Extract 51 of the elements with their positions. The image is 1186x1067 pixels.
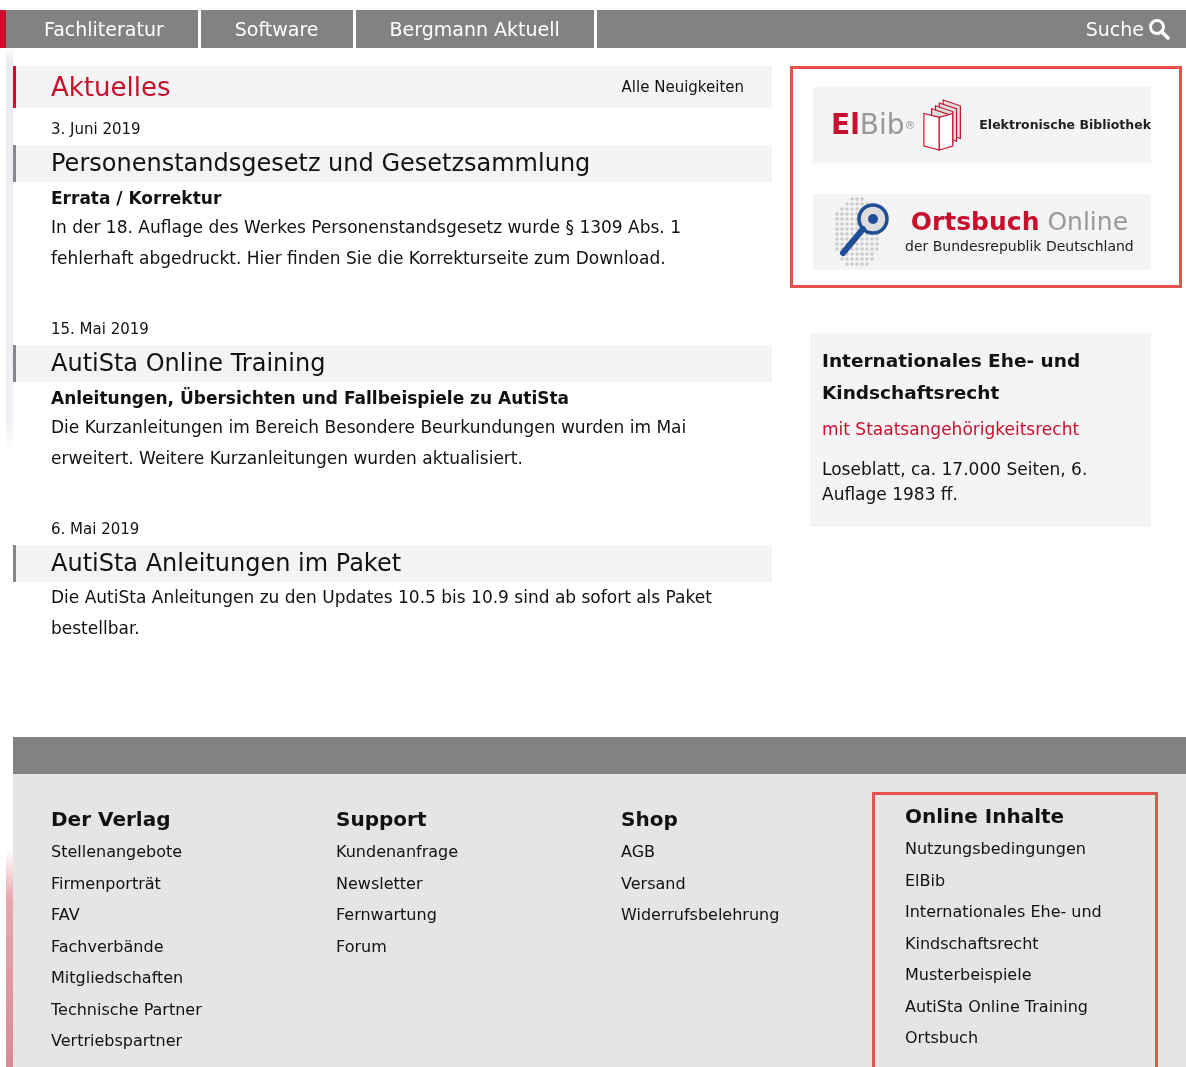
logo-caption: der Bundesrepublik Deutschland <box>905 236 1134 256</box>
article-date: 15. Mai 2019 <box>50 319 150 340</box>
footer-heading: Der Verlag <box>51 806 172 833</box>
article-date: 6. Mai 2019 <box>50 519 141 540</box>
footer-heading: Online Inhalte <box>905 803 1066 830</box>
article-text: Die AutiSta Anleitungen zu den Updates 10.5 bis 10.9 sind ab sofort als Paket bestellbar. <box>50 586 713 640</box>
footer-link[interactable]: Vertriebspartner <box>51 1025 336 1057</box>
search-icon <box>1148 18 1170 40</box>
footer-link[interactable]: AutiSta Online Training <box>905 990 1125 1022</box>
nav-link[interactable]: Software <box>200 10 356 48</box>
info-subtitle[interactable]: mit Staatsangehörigkeitsrecht <box>822 417 1139 443</box>
footer-link[interactable]: Versand <box>621 867 872 899</box>
article-title[interactable]: Personenstandsgesetz und Gesetzsammlung <box>13 145 772 182</box>
nav-link[interactable]: Bergmann Aktuell <box>355 10 597 48</box>
footer-link[interactable]: Ortsbuch <box>905 1022 1125 1054</box>
article-title[interactable]: AutiSta Online Training <box>13 345 772 382</box>
footer-heading: Shop <box>621 806 679 833</box>
article-text: Die Kurzanleitungen im Bereich Besondere Beurkundungen wurden im Mai erweitert. Weitere Kurzanleitungen wurden aktualisiert. <box>50 416 688 470</box>
nav-link[interactable]: Fachliteratur <box>6 10 201 48</box>
footer-link[interactable]: Newsletter <box>336 867 621 899</box>
article-subtitle: Anleitungen, Übersichten und Fallbeispiele zu AutiSta <box>50 386 571 410</box>
footer-link[interactable]: Fachverbände <box>51 930 336 962</box>
logo-wordmark: ElBib$^{®}$ <box>831 107 916 143</box>
footer-link[interactable]: Forum <box>336 930 621 962</box>
footer-heading: Support <box>336 806 428 833</box>
footer-link[interactable]: Fernwartung <box>336 899 621 931</box>
footer-link[interactable]: Widerrufsbelehrung <box>621 899 872 931</box>
footer-link[interactable]: FAV <box>51 899 336 931</box>
info-title: Internationales Ehe- und Kindschaftsrecht <box>822 349 1082 405</box>
footer-link[interactable]: Mitgliedschaften <box>51 962 336 994</box>
logo-banner[interactable]: Ortsbuch Online der Bundesrepublik Deutschland <box>813 194 1151 270</box>
footer-link[interactable]: Internationales Ehe- und Kindschaftsrecht <box>905 896 1125 959</box>
footer-link[interactable]: Firmenporträt <box>51 867 336 899</box>
footer-link[interactable]: Stellenangebote <box>51 836 336 868</box>
article-subtitle: Errata / Korrektur <box>50 187 223 210</box>
info-text: Loseblatt, ca. 17.000 Seiten, 6. Auflage 1983 ff. <box>822 457 1089 506</box>
search-link[interactable]: Suche <box>1085 10 1186 48</box>
logo-caption: Elektronische Bibliothek <box>979 115 1151 134</box>
section-title: Aktuelles <box>51 70 171 104</box>
footer-link[interactable]: ElBib <box>905 864 1125 896</box>
logo-banner[interactable]: ElBib$^{®}$ Elektronische Bibliothek <box>813 87 1151 163</box>
footer-link[interactable]: Technische Partner <box>51 993 336 1025</box>
logo-wordmark: Ortsbuch Online <box>909 207 1130 236</box>
footer-link[interactable]: Kundenanfrage <box>336 836 621 868</box>
article-title[interactable]: AutiSta Anleitungen im Paket <box>13 545 772 582</box>
article-text: In der 18. Auflage des Werkes Personenstandsgesetz wurde § 1309 Abs. 1 fehlerhaft abgedruckt. Hier finden Sie die Korrekturseite zum Download. <box>50 216 682 270</box>
footer-link[interactable]: AGB <box>621 836 872 868</box>
footer-link[interactable]: Musterbeispiele <box>905 959 1125 991</box>
article-date: 3. Juni 2019 <box>50 119 142 140</box>
all-news-link[interactable]: Alle Neuigkeiten <box>621 75 744 99</box>
footer-link[interactable]: Nutzungsbedingungen <box>905 833 1125 865</box>
